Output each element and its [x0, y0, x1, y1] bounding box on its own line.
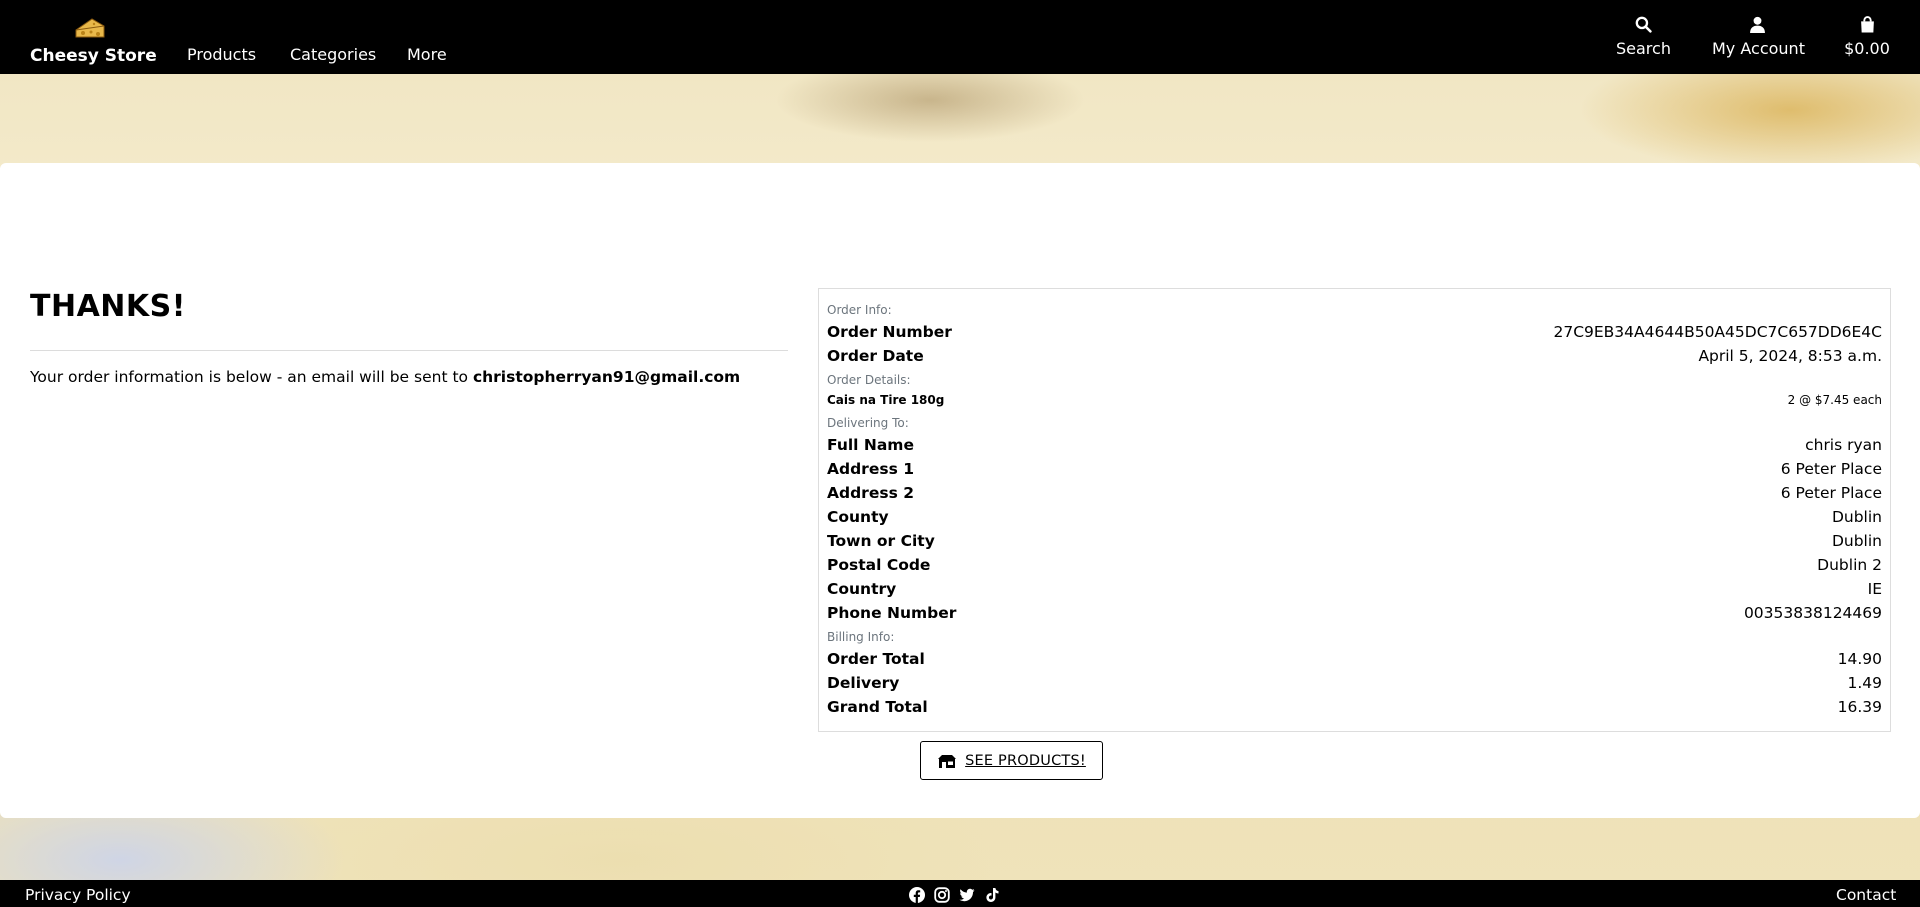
search-link[interactable]: Search	[1616, 16, 1671, 66]
nav-products[interactable]: Products	[187, 45, 256, 64]
store-icon	[938, 754, 957, 768]
delivery-value: Dublin 2	[1817, 556, 1882, 574]
billing-value: 14.90	[1837, 650, 1882, 668]
contact-link[interactable]: Contact	[1836, 886, 1896, 904]
nav-more[interactable]: More	[407, 45, 447, 64]
order-number-label: Order Number	[827, 323, 952, 341]
order-date-label: Order Date	[827, 347, 924, 365]
billing-label: Order Total	[827, 650, 925, 668]
delivery-row: Address 1 6 Peter Place	[827, 460, 1882, 478]
brand-link[interactable]: Cheesy Store	[30, 14, 157, 66]
billing-value: 1.49	[1847, 674, 1882, 692]
order-summary: Order Info: Order Number 27C9EB34A4644B5…	[818, 288, 1891, 732]
see-products-label: SEE PRODUCTS!	[965, 752, 1086, 769]
shopping-bag-icon	[1860, 16, 1874, 33]
checkout-success-panel: THANKS! Your order information is below …	[0, 163, 1920, 818]
delivery-label: Full Name	[827, 436, 914, 454]
billing-label: Delivery	[827, 674, 900, 692]
footer: Privacy Policy Contact	[0, 880, 1920, 907]
account-label: My Account	[1712, 39, 1805, 58]
order-item-row: Cais na Tire 180g 2 @ $7.45 each	[827, 393, 1882, 407]
order-details-label: Order Details:	[827, 373, 911, 387]
delivery-value: chris ryan	[1805, 436, 1882, 454]
delivery-row: Country IE	[827, 580, 1882, 598]
search-icon	[1635, 16, 1652, 33]
delivery-value: Dublin	[1831, 532, 1882, 550]
delivery-value: Dublin	[1831, 508, 1882, 526]
order-item-name: Cais na Tire 180g	[827, 393, 945, 407]
delivery-row: County Dublin	[827, 508, 1882, 526]
delivery-value: 6 Peter Place	[1780, 460, 1882, 478]
tiktok-icon[interactable]	[984, 887, 1000, 903]
billing-row: Order Total 14.90	[827, 650, 1882, 668]
delivery-label: Postal Code	[827, 556, 931, 574]
delivery-row: Phone Number 00353838124469	[827, 604, 1882, 622]
delivery-label: Country	[827, 580, 897, 598]
billing-value: 16.39	[1837, 698, 1882, 716]
delivery-label: Town or City	[827, 532, 935, 550]
billing-label: Grand Total	[827, 698, 928, 716]
confirmation-message: Your order information is below - an ema…	[30, 368, 740, 386]
see-products-button[interactable]: SEE PRODUCTS!	[920, 741, 1103, 780]
delivery-row: Full Name chris ryan	[827, 436, 1882, 454]
order-number-row: Order Number 27C9EB34A4644B50A45DC7C657D…	[827, 323, 1882, 341]
navbar: Cheesy Store Products Categories More Se…	[0, 0, 1920, 74]
confirmation-email: christopherryan91@gmail.com	[472, 368, 741, 386]
social-links	[909, 887, 1000, 903]
instagram-icon[interactable]	[934, 887, 950, 903]
billing-row: Grand Total 16.39	[827, 698, 1882, 716]
delivery-value: 6 Peter Place	[1780, 484, 1882, 502]
user-icon	[1749, 16, 1765, 33]
delivery-row: Postal Code Dublin 2	[827, 556, 1882, 574]
delivery-row: Town or City Dublin	[827, 532, 1882, 550]
twitter-icon[interactable]	[959, 887, 975, 903]
delivery-value: IE	[1867, 580, 1882, 598]
account-link[interactable]: My Account	[1712, 16, 1805, 66]
confirmation-text: Your order information is below - an ema…	[30, 368, 473, 386]
delivery-row: Address 2 6 Peter Place	[827, 484, 1882, 502]
billing-info-label: Billing Info:	[827, 630, 895, 644]
page-title: THANKS!	[30, 289, 186, 324]
delivery-label: Address 1	[827, 460, 914, 478]
nav-categories[interactable]: Categories	[290, 45, 376, 64]
privacy-policy-link[interactable]: Privacy Policy	[25, 886, 131, 904]
order-item-quantity: 2 @ $7.45 each	[1787, 393, 1882, 407]
delivery-label: Address 2	[827, 484, 914, 502]
billing-row: Delivery 1.49	[827, 674, 1882, 692]
delivery-label: County	[827, 508, 889, 526]
brand-name: Cheesy Store	[30, 46, 157, 66]
order-date-value: April 5, 2024, 8:53 a.m.	[1698, 347, 1882, 365]
delivery-value: 00353838124469	[1743, 604, 1882, 622]
delivery-label: Phone Number	[827, 604, 957, 622]
order-info-label: Order Info:	[827, 303, 892, 317]
order-number-value: 27C9EB34A4644B50A45DC7C657DD6E4C	[1553, 323, 1882, 341]
cheese-logo-icon	[75, 18, 105, 38]
search-label: Search	[1616, 39, 1671, 58]
bag-total: $0.00	[1844, 39, 1890, 58]
divider	[30, 350, 788, 351]
order-date-row: Order Date April 5, 2024, 8:53 a.m.	[827, 347, 1882, 365]
facebook-icon[interactable]	[909, 887, 925, 903]
delivering-to-label: Delivering To:	[827, 416, 909, 430]
bag-link[interactable]: $0.00	[1843, 16, 1891, 66]
